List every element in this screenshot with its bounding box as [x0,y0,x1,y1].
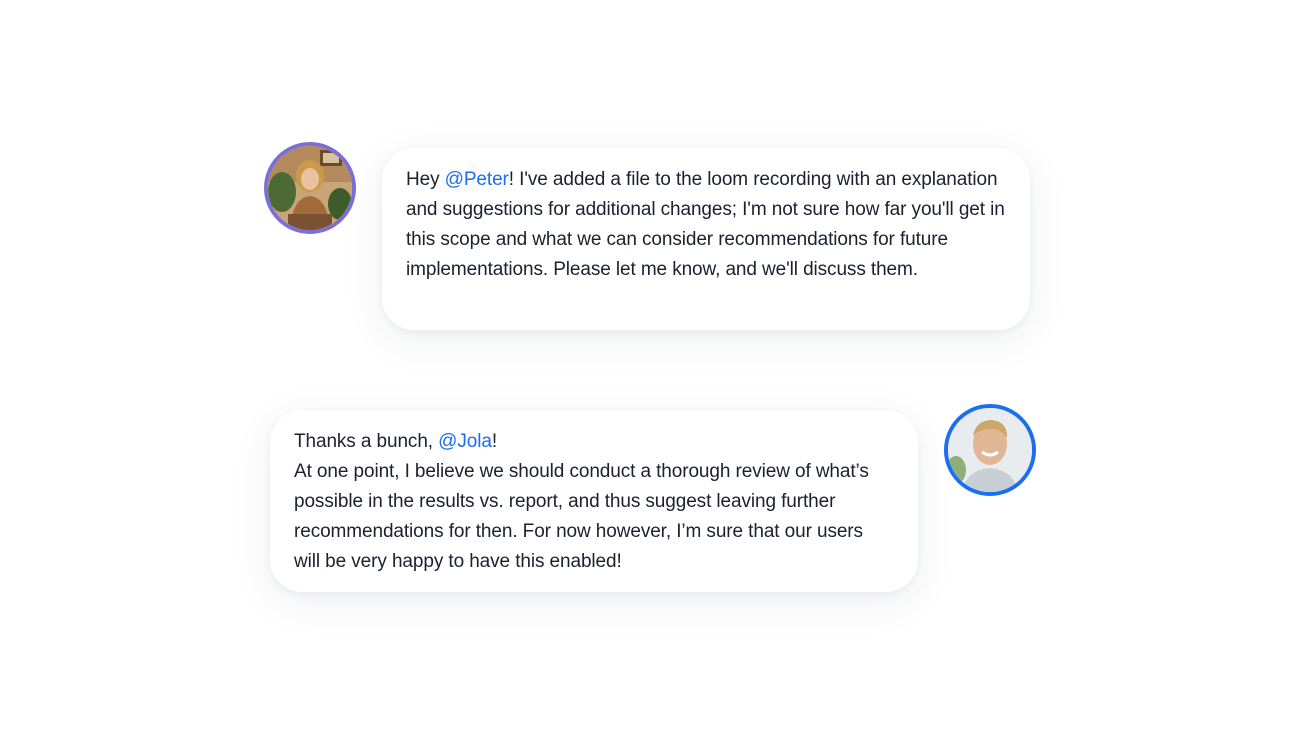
message-greeting: Hey [406,169,445,190]
message-text: At one point, I believe we should conduc… [294,461,874,572]
mention-jola-link[interactable]: @Jola [438,431,492,452]
avatar-jola[interactable] [264,142,356,234]
message-greeting: Thanks a bunch, [294,431,439,452]
avatar-peter-icon [948,408,1032,492]
avatar-peter[interactable] [944,404,1036,496]
mention-peter-link[interactable]: @Peter [445,169,509,190]
message-punctuation: ! [491,431,498,452]
message-bubble-jola: Hey @Peter! I've added a file to the loo… [382,148,1030,330]
avatar-jola-icon [268,146,352,230]
chat-thread: Hey @Peter! I've added a file to the loo… [0,0,1300,740]
message-bubble-peter: Thanks a bunch, @Jola! At one point, I be… [270,410,918,592]
